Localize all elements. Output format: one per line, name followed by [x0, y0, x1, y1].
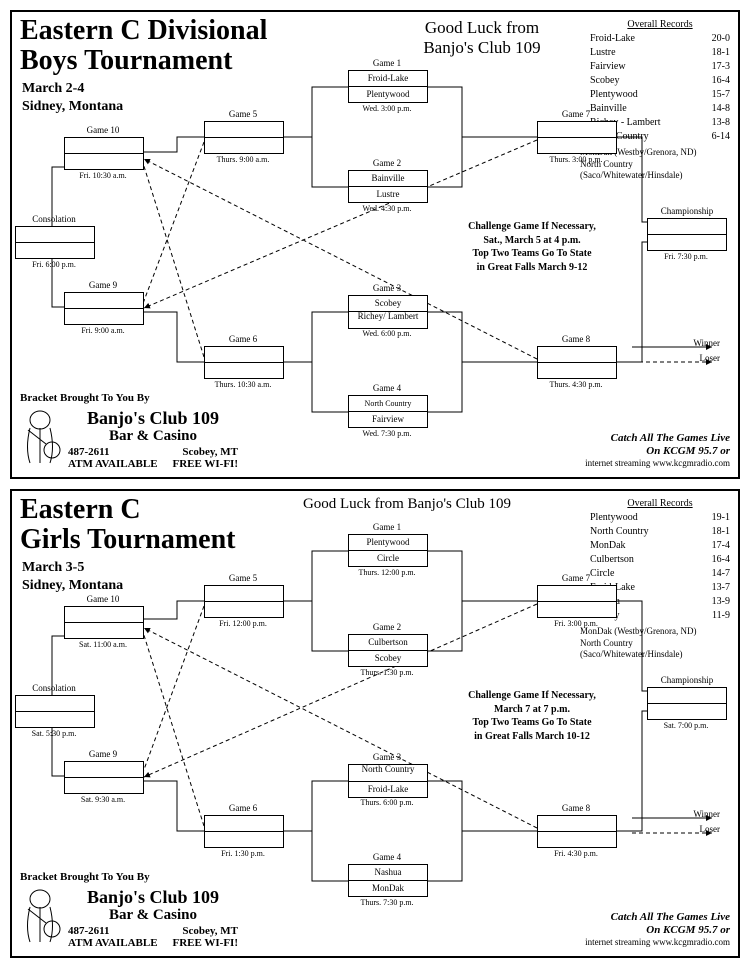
- game-9: [64, 761, 144, 794]
- game-4: North Country Fairview: [348, 395, 428, 428]
- sponsor-block: Bracket Brought To You By Banjo's Club 1…: [20, 871, 270, 950]
- game-10: [64, 606, 144, 639]
- consolation: [15, 226, 95, 259]
- sponsor-block: Bracket Brought To You By Banjo's Club 1…: [20, 392, 270, 471]
- radio-promo: Catch All The Games Live On KCGM 95.7 or…: [585, 911, 730, 948]
- game-7: [537, 121, 617, 154]
- game-8: [537, 815, 617, 848]
- championship: [647, 687, 727, 720]
- game-6: [204, 815, 284, 848]
- game-2: Bainville Lustre: [348, 170, 428, 203]
- consolation: [15, 695, 95, 728]
- game-1: Plentywood Circle: [348, 534, 428, 567]
- game-5: [204, 585, 284, 618]
- boys-bracket: Eastern C Divisional Boys Tournament Mar…: [10, 10, 740, 479]
- banjo-player-icon: [20, 887, 62, 945]
- winner-legend: Winner: [693, 338, 720, 348]
- game-7: [537, 585, 617, 618]
- game-9: [64, 292, 144, 325]
- game-4: Nashua MonDak: [348, 864, 428, 897]
- game-6: [204, 346, 284, 379]
- challenge-note: Challenge Game If Necessary,March 7 at 7…: [442, 689, 622, 743]
- banjo-player-icon: [20, 408, 62, 466]
- winner-legend: Winner: [693, 809, 720, 819]
- game-10: [64, 137, 144, 170]
- loser-legend: Loser: [700, 824, 721, 834]
- loser-legend: Loser: [700, 353, 721, 363]
- girls-bracket: Eastern C Girls Tournament March 3-5 Sid…: [10, 489, 740, 958]
- challenge-note: Challenge Game If Necessary,Sat., March …: [442, 220, 622, 274]
- game-3: North Country Froid-Lake: [348, 764, 428, 798]
- game-1: Froid-Lake Plentywood: [348, 70, 428, 103]
- championship: [647, 218, 727, 251]
- game-5: [204, 121, 284, 154]
- game-8: [537, 346, 617, 379]
- radio-promo: Catch All The Games Live On KCGM 95.7 or…: [585, 432, 730, 469]
- game-3: Scobey Richey/ Lambert: [348, 295, 428, 329]
- game-2: Culbertson Scobey: [348, 634, 428, 667]
